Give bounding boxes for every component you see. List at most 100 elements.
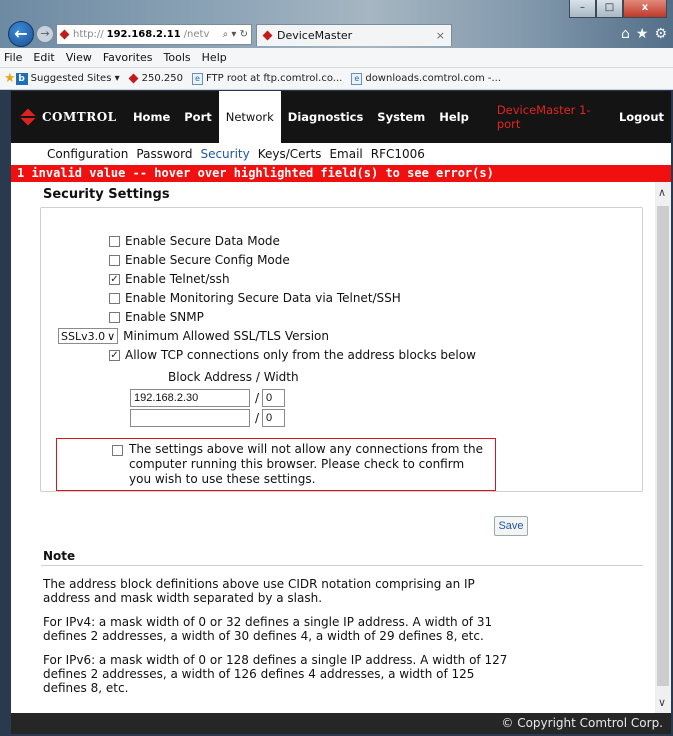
logout-link[interactable]: Logout [612,91,671,143]
note-title: Note [43,549,76,563]
favorites-bar: ★ b Suggested Sites ▾ 250.250 e FTP root… [0,68,673,90]
note-paragraph-cidr: The address block definitions above use … [43,577,603,605]
window-controls: – □ x [569,0,667,18]
chevron-down-icon: ∨ [107,329,116,343]
ssl-selected-value: SSLv3.0 [61,329,106,343]
scroll-down-icon[interactable]: ∨ [658,696,666,709]
minimize-button[interactable]: – [569,0,596,18]
menu-view[interactable]: View [66,51,92,64]
browser-tab[interactable]: DeviceMaster × [256,24,452,46]
checkbox-unchecked[interactable] [109,292,120,304]
nav-tab-home[interactable]: Home [126,91,177,143]
favorites-star-icon[interactable]: ★ [636,26,649,42]
error-banner: 1 invalid value -- hover over highlighte… [11,165,671,182]
confirm-settings-warning: The settings above will not allow any co… [56,438,496,491]
browser-title-bar: – □ x ← → http://192.168.2.11/netv ⌕ ▾ ↻… [0,0,673,48]
subnav-keys-certs[interactable]: Keys/Certs [258,147,322,161]
slash-separator: / [255,411,260,425]
subnav-security[interactable]: Security [200,147,249,161]
note-paragraph-ipv6: For IPv6: a mask width of 0 or 128 defin… [43,653,603,695]
address-host: 192.168.2.11 [106,29,181,40]
close-window-button[interactable]: x [623,0,667,18]
menu-bar: File Edit View Favorites Tools Help [0,48,673,68]
checkbox-checked[interactable]: ✓ [109,273,120,285]
menu-tools[interactable]: Tools [164,51,191,64]
comtrol-favicon-icon [60,30,70,40]
option-monitoring-secure-data[interactable]: Enable Monitoring Secure Data via Telnet… [109,291,401,305]
forward-arrow-icon[interactable]: → [36,25,54,43]
copyright-footer: © Copyright Comtrol Corp. [11,713,671,734]
favorite-250[interactable]: 250.250 [129,73,183,84]
warning-line: computer running this browser. Please ch… [129,457,465,471]
maximize-button[interactable]: □ [596,0,623,18]
ssl-version-row: SSLv3.0 ∨ Minimum Allowed SSL/TLS Versio… [58,328,329,344]
favorite-downloads[interactable]: e downloads.comtrol.com -... [351,72,501,85]
nav-tab-diagnostics[interactable]: Diagnostics [281,91,371,143]
subnav-password[interactable]: Password [136,147,192,161]
comtrol-icon [129,74,139,84]
address-path: /netv [183,29,210,40]
block-address-input-1[interactable]: 192.168.2.30 [130,389,250,407]
checkbox-unchecked[interactable] [109,254,120,266]
note-line: For IPv4: a mask width of 0 or 32 define… [43,615,493,629]
checkbox-checked[interactable]: ✓ [109,349,120,361]
tab-title: DeviceMaster [277,29,353,42]
option-telnet-ssh[interactable]: ✓ Enable Telnet/ssh [109,272,230,286]
settings-gear-icon[interactable]: ⚙ [654,26,667,42]
scroll-up-icon[interactable]: ∧ [658,186,666,199]
nav-tab-help[interactable]: Help [432,91,476,143]
option-allow-tcp[interactable]: ✓ Allow TCP connections only from the ad… [109,348,476,362]
menu-edit[interactable]: Edit [33,51,54,64]
menu-file[interactable]: File [4,51,22,64]
browser-right-icons: ⌂ ★ ⚙ [621,26,667,42]
checkbox-unchecked[interactable] [109,311,120,323]
option-snmp[interactable]: Enable SNMP [109,310,204,324]
nav-tab-network[interactable]: Network [218,91,281,143]
tab-close-icon[interactable]: × [436,29,445,42]
note-line: address and mask width separated by a sl… [43,591,323,605]
block-width-input-2[interactable]: 0 [262,409,285,427]
option-label: Enable Secure Data Mode [125,234,280,248]
option-label: Enable Secure Config Mode [125,253,290,267]
save-button[interactable]: Save [494,516,528,536]
favorite-ftp-root[interactable]: e FTP root at ftp.comtrol.co... [191,72,342,85]
option-label: Enable Monitoring Secure Data via Telnet… [125,291,401,305]
favorites-star-icon[interactable]: ★ [4,71,16,86]
block-address-input-2[interactable] [130,409,250,427]
bing-icon: b [15,72,28,85]
warning-line: you wish to use these settings. [129,472,316,486]
section-title: Security Settings [43,187,170,202]
vertical-scrollbar[interactable]: ∧ ∨ [655,182,671,713]
warning-line: The settings above will not allow any co… [129,442,483,456]
nav-tab-system[interactable]: System [370,91,432,143]
subnav-email[interactable]: Email [329,147,362,161]
note-line: For IPv6: a mask width of 0 or 128 defin… [43,653,508,667]
confirm-checkbox[interactable] [112,445,123,456]
menu-help[interactable]: Help [202,51,227,64]
search-refresh-icons[interactable]: ⌕ ▾ ↻ [223,29,251,40]
note-line: defines 2 addresses, a width of 126 defi… [43,667,475,681]
subnav-rfc1006[interactable]: RFC1006 [371,147,425,161]
page-icon: e [351,72,363,85]
address-bar[interactable]: http://192.168.2.11/netv ⌕ ▾ ↻ [56,24,252,45]
home-icon[interactable]: ⌂ [621,26,630,42]
block-width-input-1[interactable]: 0 [262,389,285,407]
option-label: Enable Telnet/ssh [125,272,230,286]
checkbox-unchecked[interactable] [109,235,120,247]
option-secure-config-mode[interactable]: Enable Secure Config Mode [109,253,290,267]
nav-tab-port[interactable]: Port [177,91,219,143]
favorite-suggested-sites[interactable]: b Suggested Sites ▾ [15,72,120,85]
web-page: COMTROL Home Port Network Diagnostics Sy… [11,91,671,734]
subnav-configuration[interactable]: Configuration [47,147,128,161]
ssl-version-select[interactable]: SSLv3.0 ∨ [58,328,119,344]
back-arrow-icon[interactable]: ← [8,21,34,47]
scrollbar-thumb[interactable] [657,206,669,686]
option-secure-data-mode[interactable]: Enable Secure Data Mode [109,234,280,248]
slash-separator: / [255,391,260,405]
page-icon: e [191,72,203,85]
menu-favorites[interactable]: Favorites [103,51,153,64]
logo-text: COMTROL [42,110,117,124]
note-line: defines 8, etc. [43,681,129,695]
device-name: DeviceMaster 1-port [496,103,591,131]
note-paragraph-ipv4: For IPv4: a mask width of 0 or 32 define… [43,615,603,643]
